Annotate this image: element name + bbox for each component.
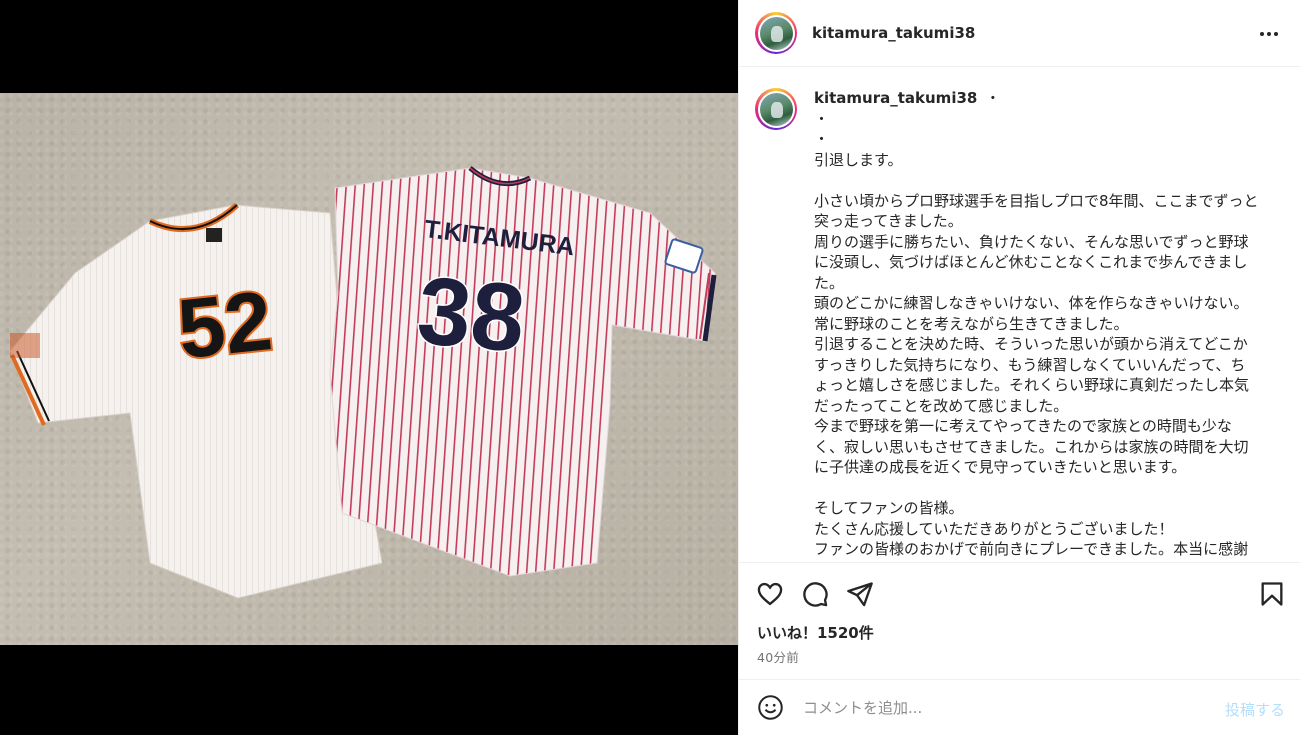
caption-line: そしてファンの皆様。 [814, 499, 964, 517]
post-photo[interactable]: 52 T.KITAMURA 38 [0, 93, 738, 645]
caption-line: 今まで野球を第一に考えてやってきたので家族との時間も少な [814, 417, 1232, 435]
post-viewer: 52 T.KITAMURA 38 kitamura_takumi38 kitam… [0, 0, 1300, 735]
caption-line: 頭のどこかに練習しなきゃいけない、体を作らなきゃいけない。 [814, 294, 1249, 312]
caption-line: ファンの皆様のおかげで前向きにプレーできました。本当に感謝 [814, 540, 1249, 558]
caption-line: に子供達の成長を近くで見守っていきたいと思います。 [814, 458, 1187, 476]
caption-line: 小さい頃からプロ野球選手を目指しプロで8年間、ここまでずっと [814, 191, 1259, 210]
caption-avatar[interactable] [755, 88, 797, 130]
caption-line [814, 170, 1284, 191]
heart-icon[interactable] [756, 580, 784, 608]
caption-separator: ・ [985, 89, 1001, 107]
caption-line: 引退します。 [814, 150, 903, 169]
caption-username[interactable]: kitamura_takumi38 [814, 89, 977, 107]
emoji-icon[interactable] [757, 694, 784, 721]
caption-profile-picture [759, 92, 793, 126]
left-jersey-number: 52 [173, 273, 276, 376]
caption-line: 突っ走ってきました。 [814, 212, 963, 230]
comment-input[interactable] [803, 698, 1203, 717]
caption-line: く、寂しい思いもさせてきました。これからは家族の時間を大切 [814, 437, 1249, 456]
post-username[interactable]: kitamura_takumi38 [812, 24, 975, 42]
bookmark-icon[interactable] [1258, 580, 1286, 608]
post-header: kitamura_takumi38 [739, 0, 1300, 67]
right-jersey-number: 38 [413, 257, 529, 373]
profile-picture [759, 16, 793, 50]
caption-line: だったってことを改めて感じました。 [814, 396, 1069, 415]
share-icon[interactable] [846, 580, 874, 608]
caption-line [814, 478, 1284, 499]
caption-line: た。 [814, 273, 845, 292]
post-timestamp[interactable]: 40分前 [757, 647, 799, 666]
jerseys-illustration: 52 T.KITAMURA 38 [9, 166, 717, 599]
left-jersey [9, 202, 383, 599]
caption-line: ・ [814, 130, 830, 148]
like-count[interactable]: いいね！1520件 [757, 622, 874, 643]
post-comment-button[interactable]: 投稿する [1225, 699, 1285, 720]
caption-line: 引退することを決めた時、そういった思いが頭から消えてどこか [814, 335, 1248, 353]
caption-line: 常に野球のことを考えながら生きてきました。 [814, 314, 1129, 333]
caption-line: ・ [814, 109, 830, 128]
action-bar [739, 562, 1300, 622]
caption-line: に没頭し、気づけばほとんど休むことなくこれまで歩んできまし [814, 253, 1248, 271]
more-options-icon[interactable] [1257, 22, 1281, 46]
avatar[interactable] [755, 12, 797, 54]
media-area: 52 T.KITAMURA 38 [0, 0, 738, 735]
comment-bar: 投稿する [739, 679, 1300, 735]
caption-section: kitamura_takumi38 ・ ・・引退します。 小さい頃からプロ野球選手を… [739, 68, 1300, 561]
caption-lines: ・・引退します。 小さい頃からプロ野球選手を目指しプロで8年間、ここまでずっと 突っ… [814, 109, 1284, 560]
caption-line: すっきりした気持ちになり、もう練習しなくていいんだって、ち [814, 355, 1246, 374]
comment-icon[interactable] [801, 580, 829, 608]
caption-text: kitamura_takumi38 ・ ・・引退します。 小さい頃からプロ野球選手を… [814, 88, 1284, 560]
caption-line: ょっと嬉しさを感じました。それくらい野球に真剣だったし本気 [814, 376, 1250, 394]
caption-line: たくさん応援していただきありがとうございました！ [814, 519, 1174, 538]
post-details-panel: kitamura_takumi38 kitamura_takumi38 ・ ・・引… [738, 0, 1300, 735]
caption-line: 周りの選手に勝ちたい、負けたくない、そんな思いでずっと野球 [814, 232, 1249, 251]
